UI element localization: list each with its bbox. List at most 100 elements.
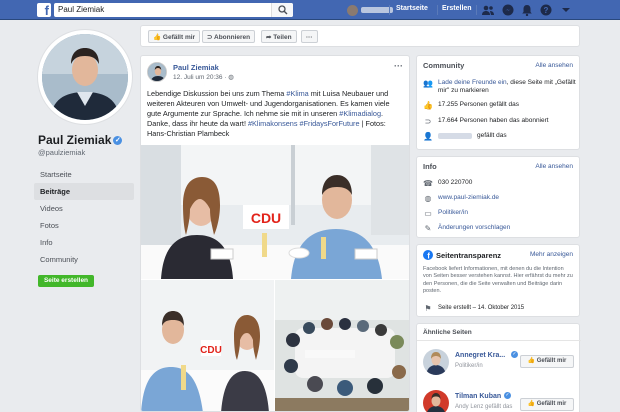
transparency-text: Facebook liefert Informationen, mit dene… xyxy=(423,266,573,294)
hashtag-link[interactable]: #Klimakonsens xyxy=(248,119,297,128)
nav-home-link[interactable]: Startseite xyxy=(396,5,428,12)
post-card: Paul Ziemiak 12. Juli um 20:36 · ◍ ··· L… xyxy=(140,55,410,412)
community-title: Community xyxy=(423,61,465,70)
globe-icon: ◍ xyxy=(424,194,432,203)
search-input[interactable]: Paul Ziemiak xyxy=(54,3,293,17)
page-title: Paul Ziemiak ✓ xyxy=(38,133,123,147)
post-text-part: Lebendige Diskussion bei uns zum Thema xyxy=(147,89,287,98)
post-timestamp-text: 12. Juli um 20:36 · xyxy=(173,74,229,81)
website-link[interactable]: www.paul-ziemiak.de xyxy=(438,194,499,204)
facebook-circle-icon: f xyxy=(423,250,433,260)
help-icon[interactable]: ? xyxy=(540,4,552,16)
similar-page-subtitle: Andy Lenz gefällt das xyxy=(455,404,513,410)
search-button[interactable] xyxy=(271,3,293,17)
followers-count-text: 17.664 Personen haben das abonniert xyxy=(438,117,549,124)
avatar xyxy=(347,4,358,16)
follow-page-button[interactable]: ⊃ Abonnieren xyxy=(202,30,256,43)
follow-icon: ⊃ xyxy=(424,117,432,126)
phone-row: ☎ 030 220700 xyxy=(423,179,577,189)
blurred-friend-name xyxy=(438,133,472,139)
page-created-text: Seite erstellt – 14. Oktober 2015 xyxy=(438,305,525,311)
verified-badge-icon: ✓ xyxy=(113,136,123,146)
followers-count-row: ⊃ 17.664 Personen haben das abonniert xyxy=(423,117,577,127)
page-handle: @paulziemiak xyxy=(38,148,86,157)
post-photo-third[interactable] xyxy=(275,280,409,411)
flag-icon: ⚑ xyxy=(424,304,432,313)
globe-icon: ◍ xyxy=(228,74,234,81)
page-nav-item-photos[interactable]: Fotos xyxy=(34,217,134,234)
page-nav-item-videos[interactable]: Videos xyxy=(34,200,134,217)
nav-create-link[interactable]: Erstellen xyxy=(442,5,472,12)
post-timestamp[interactable]: 12. Juli um 20:36 · ◍ xyxy=(173,73,234,81)
page-nav-item-community[interactable]: Community xyxy=(34,251,134,268)
similar-page-avatar[interactable] xyxy=(423,349,449,375)
phone-text[interactable]: 030 220700 xyxy=(438,179,472,189)
like-page-button[interactable]: 👍 Gefällt mir xyxy=(148,30,201,43)
friend-requests-icon[interactable] xyxy=(482,4,494,16)
invite-friends-icon: 👥 xyxy=(423,79,433,88)
invite-friends-row: 👥 Lade deine Freunde ein, diese Seite mi… xyxy=(423,79,577,95)
facebook-logo-icon[interactable]: f xyxy=(37,3,51,17)
follow-page-label: Abonnieren xyxy=(214,34,251,41)
friends-like-row: 👤 gefällt das xyxy=(423,132,577,142)
suggest-edits-row: ✎ Änderungen vorschlagen xyxy=(423,224,577,234)
account-menu-dropdown-icon[interactable] xyxy=(560,4,572,16)
website-row: ◍ www.paul-ziemiak.de xyxy=(423,194,577,204)
profile-picture[interactable] xyxy=(38,30,132,124)
share-page-button[interactable]: ➦ Teilen xyxy=(261,30,297,43)
friends-like-text: gefällt das xyxy=(477,132,507,139)
transparency-title: Seitentransparenz xyxy=(436,251,502,260)
user-profile-link[interactable] xyxy=(347,4,393,16)
post-options-icon[interactable]: ··· xyxy=(394,61,403,71)
cdu-sign-text: CDU xyxy=(200,345,222,356)
similar-pages-card: Ähnliche Seiten Annegret Kra... ✓ Politi… xyxy=(416,323,581,412)
info-title: Info xyxy=(423,162,437,171)
more-options-button[interactable]: ··· xyxy=(301,30,318,43)
suggest-edits-link[interactable]: Änderungen vorschlagen xyxy=(438,224,510,234)
similar-page-name[interactable]: Annegret Kra... xyxy=(455,352,505,359)
share-page-label: Teilen xyxy=(273,34,292,41)
info-card: Info Alle ansehen ☎ 030 220700 ◍ www.pau… xyxy=(416,156,580,238)
hashtag-link[interactable]: #FridaysForFuture xyxy=(300,119,360,128)
hashtag-link[interactable]: #Klima xyxy=(286,89,308,98)
tag-icon: ▭ xyxy=(424,209,432,218)
community-card: Community Alle ansehen 👥 Lade deine Freu… xyxy=(416,55,580,150)
category-link[interactable]: Politiker/in xyxy=(438,209,468,219)
post-text: Lebendige Diskussion bei uns zum Thema #… xyxy=(147,89,405,139)
post-author-name[interactable]: Paul Ziemiak xyxy=(173,63,219,72)
page-nav-item-home[interactable]: Startseite xyxy=(34,166,134,183)
invite-friends-text: Lade deine Freunde ein, diese Seite mit … xyxy=(438,79,577,95)
similar-page-like-button[interactable]: 👍 Gefällt mir xyxy=(520,398,574,411)
similar-page-category: Politiker/in xyxy=(455,363,483,369)
post-photo-second[interactable]: CDU xyxy=(141,280,274,411)
page-action-bar: 👍 Gefällt mir ⊃ Abonnieren ➦ Teilen ··· xyxy=(140,25,580,47)
similar-page-like-label: Gefällt mir xyxy=(536,358,567,364)
post-author-avatar[interactable] xyxy=(147,62,167,82)
divider xyxy=(389,5,390,15)
hashtag-link[interactable]: #Klimadialog xyxy=(339,109,381,118)
notifications-bell-icon[interactable] xyxy=(521,4,533,16)
divider xyxy=(437,5,438,15)
thumbs-up-icon: 👍 xyxy=(423,101,433,110)
people-icon: 👤 xyxy=(423,132,433,141)
similar-page-avatar[interactable] xyxy=(423,390,449,412)
messenger-icon[interactable] xyxy=(502,4,514,16)
info-see-all-link[interactable]: Alle ansehen xyxy=(535,163,573,170)
transparency-more-link[interactable]: Mehr anzeigen xyxy=(530,251,573,258)
likes-count-text: 17.255 Personen gefällt das xyxy=(438,101,519,108)
pencil-icon: ✎ xyxy=(424,224,432,233)
post-photo-main[interactable]: CDU xyxy=(141,145,409,279)
page-nav-item-info[interactable]: Info xyxy=(34,234,134,251)
profile-photo xyxy=(42,34,128,120)
verified-badge-icon: ✓ xyxy=(504,392,511,399)
like-page-label: Gefällt mir xyxy=(162,34,196,41)
community-see-all-link[interactable]: Alle ansehen xyxy=(535,62,573,69)
create-page-button[interactable]: Seite erstellen xyxy=(38,275,94,287)
invite-friends-link[interactable]: Lade deine Freunde ein xyxy=(438,79,507,86)
page-created-row: ⚑ Seite erstellt – 14. Oktober 2015 xyxy=(423,304,577,314)
similar-page-like-button[interactable]: 👍 Gefällt mir xyxy=(520,355,574,368)
cdu-sign-text: CDU xyxy=(251,210,281,226)
page-nav-item-posts[interactable]: Beiträge xyxy=(34,183,134,200)
similar-page-name[interactable]: Tilman Kuban xyxy=(455,393,501,400)
search-value: Paul Ziemiak xyxy=(58,5,105,14)
